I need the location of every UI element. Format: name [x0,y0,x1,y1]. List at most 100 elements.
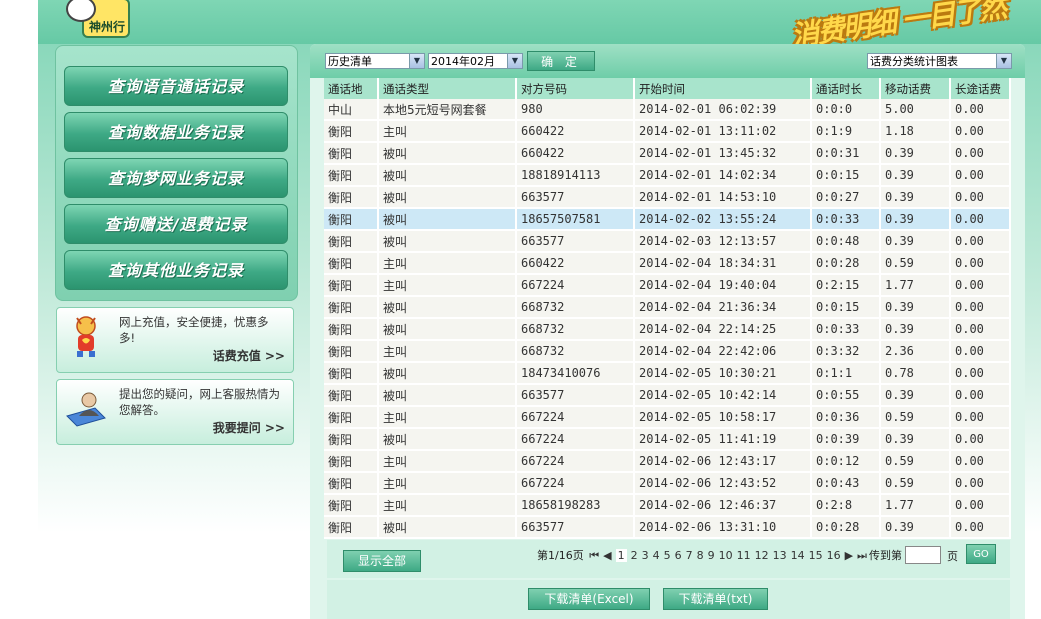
page-link[interactable]: 1 [615,549,627,562]
page-link[interactable]: 7 [686,549,693,562]
cell-start-time: 2014-02-05 11:41:19 [634,428,812,451]
menu-other-records-button[interactable]: 查询其他业务记录 [64,250,288,290]
chevron-down-icon: ▼ [507,54,522,68]
cell-mobile-fee: 0.39 [880,186,951,209]
cell-duration: 0:0:15 [811,164,881,187]
cell-location: 衡阳 [324,142,379,165]
chart-type-select[interactable]: 话费分类统计图表 ▼ [867,53,1012,69]
cell-duration: 0:0:43 [811,472,881,495]
prev-page-icon[interactable]: ◀ [603,549,611,562]
cell-number: 667224 [516,406,635,429]
page-info: 第1/16页 [537,549,584,562]
page-link[interactable]: 10 [719,549,733,562]
cell-duration: 0:0:55 [811,384,881,407]
cell-start-time: 2014-02-05 10:58:17 [634,406,812,429]
cell-number: 18658198283 [516,494,635,517]
table-body: 中山 本地5元短号网套餐 980 2014-02-01 06:02:39 0:0:0 5.… [324,99,1011,539]
cell-number: 660422 [516,120,635,143]
table-row[interactable]: 衡阳 主叫 667224 2014-02-04 19:40:04 0:2:15 1.77 0… [324,274,1011,297]
table-row[interactable]: 衡阳 被叫 663577 2014-02-05 10:42:14 0:0:55 0.39 0… [324,384,1011,407]
download-excel-button[interactable]: 下载清单(Excel) [528,588,650,610]
cell-call-type: 被叫 [378,186,517,209]
page-link[interactable]: 5 [664,549,671,562]
table-row[interactable]: 衡阳 被叫 663577 2014-02-06 13:31:10 0:0:28 0.39 0… [324,516,1011,539]
table-row[interactable]: 衡阳 被叫 663577 2014-02-03 12:13:57 0:0:48 0.39 0… [324,230,1011,253]
cell-number: 668732 [516,340,635,363]
cell-number: 660422 [516,252,635,275]
last-page-icon[interactable]: ⏭ [857,549,867,562]
cell-mobile-fee: 5.00 [880,99,951,121]
page-link[interactable]: 3 [642,549,649,562]
page-link[interactable]: 12 [755,549,769,562]
table-row[interactable]: 衡阳 主叫 660422 2014-02-04 18:34:31 0:0:28 0.59 0… [324,252,1011,275]
cell-location: 衡阳 [324,494,379,517]
list-type-value: 历史清单 [328,55,372,68]
menu-monternet-records-button[interactable]: 查询梦网业务记录 [64,158,288,198]
cell-mobile-fee: 2.36 [880,340,951,363]
next-page-icon[interactable]: ▶ [845,549,853,562]
menu-voice-records-button[interactable]: 查询语音通话记录 [64,66,288,106]
cell-start-time: 2014-02-03 12:13:57 [634,230,812,253]
ask-question-link[interactable]: 我要提问 >> [213,419,285,436]
page-link[interactable]: 13 [773,549,787,562]
cell-call-type: 被叫 [378,142,517,165]
cell-start-time: 2014-02-06 13:31:10 [634,516,812,539]
cell-number: 663577 [516,384,635,407]
cell-duration: 0:0:12 [811,450,881,473]
table-row[interactable]: 衡阳 被叫 667224 2014-02-05 11:41:19 0:0:39 0.39 0… [324,428,1011,451]
table-row[interactable]: 中山 本地5元短号网套餐 980 2014-02-01 06:02:39 0:0:0 5.… [324,99,1011,121]
month-select[interactable]: 2014年02月 ▼ [428,53,523,69]
cell-number: 667224 [516,450,635,473]
goto-page-input[interactable] [905,546,941,564]
table-row[interactable]: 衡阳 主叫 18658198283 2014-02-06 12:46:37 0:2:8 1… [324,494,1011,517]
page-link[interactable]: 14 [791,549,805,562]
cell-start-time: 2014-02-06 12:46:37 [634,494,812,517]
cell-number: 663577 [516,186,635,209]
table-row[interactable]: 衡阳 被叫 663577 2014-02-01 14:53:10 0:0:27 0.39 0… [324,186,1011,209]
table-row[interactable]: 衡阳 主叫 667224 2014-02-06 12:43:52 0:0:43 0.59 0… [324,472,1011,495]
page-link[interactable]: 8 [697,549,704,562]
cell-mobile-fee: 1.77 [880,494,951,517]
table-row[interactable]: 衡阳 被叫 660422 2014-02-01 13:45:32 0:0:31 0.39 0… [324,142,1011,165]
cell-call-type: 被叫 [378,230,517,253]
confirm-button[interactable]: 确 定 [527,51,595,71]
table-row[interactable]: 衡阳 主叫 667224 2014-02-06 12:43:17 0:0:12 0.59 0… [324,450,1011,473]
chevron-down-icon: ▼ [996,54,1011,68]
first-page-icon[interactable]: ⏮ [589,549,599,562]
cell-start-time: 2014-02-04 19:40:04 [634,274,812,297]
cell-ld-fee: 0.00 [950,318,1011,341]
menu-gift-refund-records-button[interactable]: 查询赠送/退费记录 [64,204,288,244]
list-type-select[interactable]: 历史清单 ▼ [325,53,425,69]
page-link[interactable]: 2 [631,549,638,562]
page-link[interactable]: 9 [708,549,715,562]
table-row[interactable]: 衡阳 主叫 660422 2014-02-01 13:11:02 0:1:9 1.18 0.… [324,120,1011,143]
cell-location: 衡阳 [324,450,379,473]
table-row[interactable]: 衡阳 主叫 668732 2014-02-04 22:42:06 0:3:32 2.36 0… [324,340,1011,363]
table-row[interactable]: 衡阳 被叫 668732 2014-02-04 21:36:34 0:0:15 0.39 0… [324,296,1011,319]
page-link[interactable]: 16 [827,549,841,562]
page-link[interactable]: 15 [809,549,823,562]
cell-mobile-fee: 0.39 [880,164,951,187]
cell-mobile-fee: 0.78 [880,362,951,385]
go-button[interactable]: GO [966,544,996,564]
download-txt-button[interactable]: 下载清单(txt) [663,588,768,610]
cell-call-type: 被叫 [378,318,517,341]
page-link[interactable]: 4 [653,549,660,562]
cell-call-type: 被叫 [378,164,517,187]
table-row[interactable]: 衡阳 被叫 18473410076 2014-02-05 10:30:21 0:1:1 0… [324,362,1011,385]
page-link[interactable]: 6 [675,549,682,562]
show-all-button[interactable]: 显示全部 [343,550,421,572]
table-row[interactable]: 衡阳 被叫 18657507581 2014-02-02 13:55:24 0:0:33… [324,208,1011,231]
cell-ld-fee: 0.00 [950,384,1011,407]
cell-location: 衡阳 [324,186,379,209]
cell-ld-fee: 0.00 [950,208,1011,231]
column-header-duration: 通话时长 [811,78,881,99]
page-link[interactable]: 11 [737,549,751,562]
cell-number: 18473410076 [516,362,635,385]
table-row[interactable]: 衡阳 被叫 668732 2014-02-04 22:14:25 0:0:33 0.39 0… [324,318,1011,341]
recharge-link[interactable]: 话费充值 >> [213,347,285,364]
table-row[interactable]: 衡阳 被叫 18818914113 2014-02-01 14:02:34 0:0:15… [324,164,1011,187]
menu-data-records-button[interactable]: 查询数据业务记录 [64,112,288,152]
table-row[interactable]: 衡阳 主叫 667224 2014-02-05 10:58:17 0:0:36 0.59 0… [324,406,1011,429]
cell-number: 668732 [516,318,635,341]
